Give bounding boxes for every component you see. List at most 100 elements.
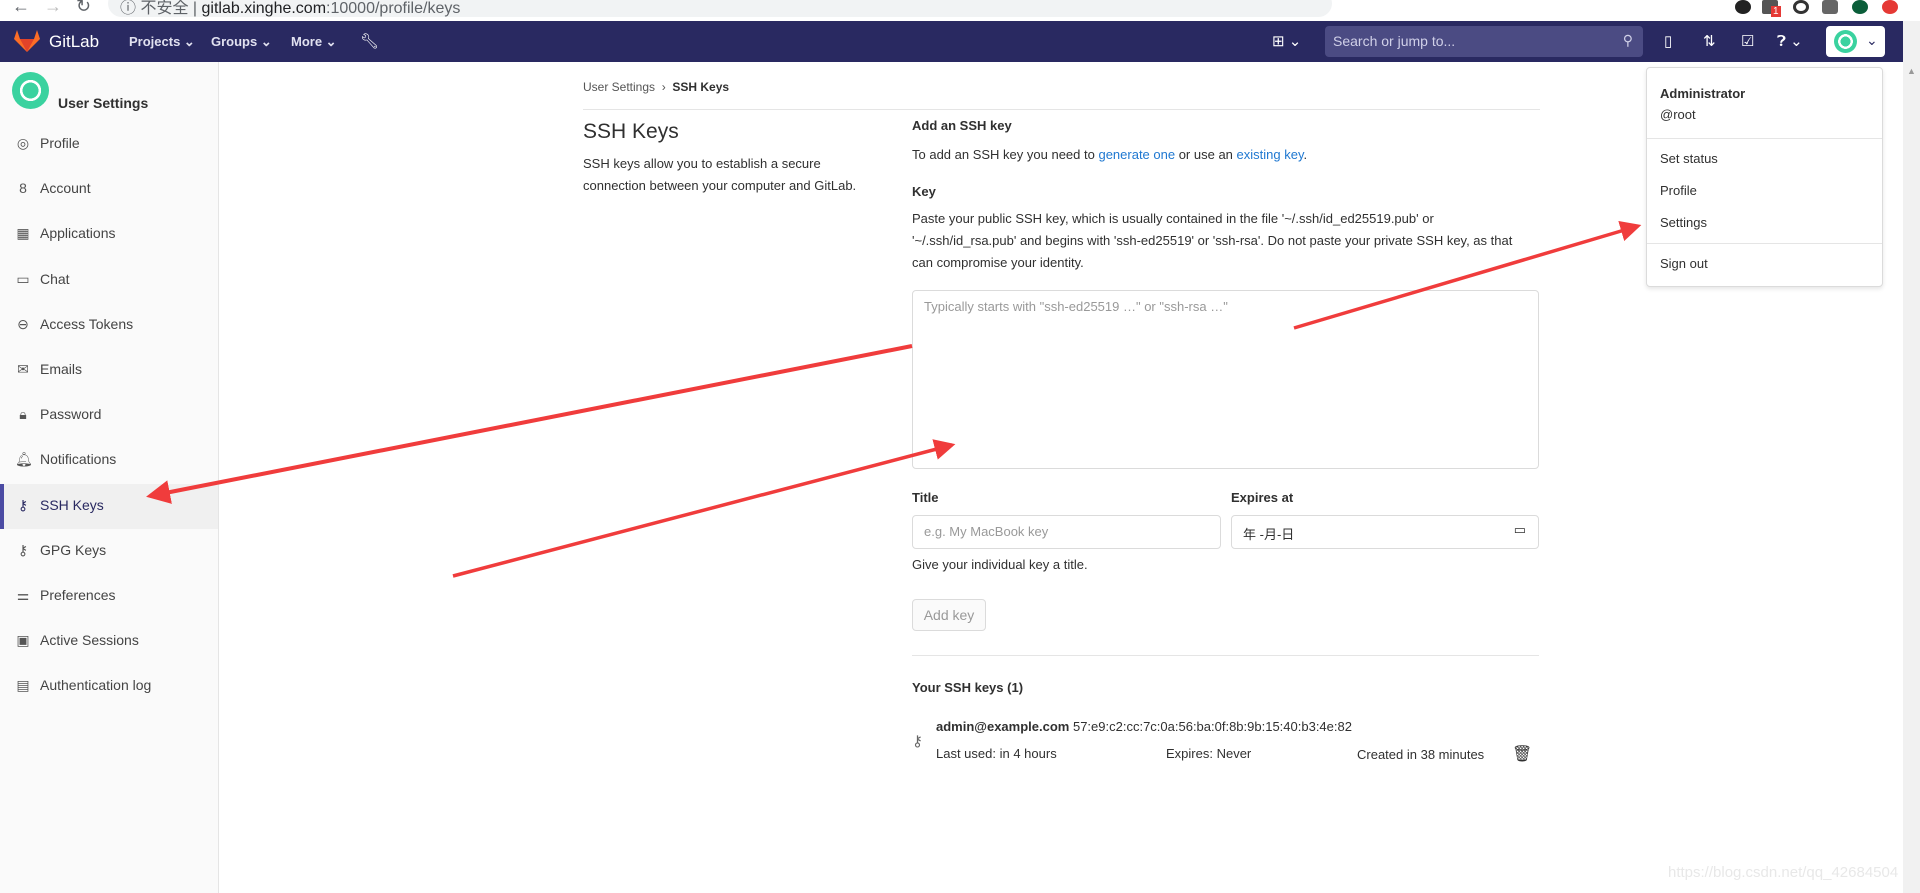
watermark: https://blog.csdn.net/qq_42684504 — [1668, 864, 1899, 881]
add-key-button[interactable]: Add key — [912, 599, 986, 631]
back-icon[interactable]: ← — [12, 0, 30, 17]
menu-item-sign-out[interactable]: Sign out — [1660, 256, 1708, 271]
expires-date-input[interactable]: 年 -月-日 ▭ — [1231, 515, 1539, 549]
puzzle-icon[interactable] — [1822, 0, 1838, 14]
help-text: or use an — [1175, 147, 1237, 162]
sidebar: User Settings ◎ Profile 8 Account ▦ Applicati… — [0, 62, 219, 893]
url-path: :10000/profile/keys — [326, 0, 461, 17]
chat-icon: ▭ — [16, 270, 30, 287]
help-text: . — [1303, 147, 1308, 162]
help-text: To add an SSH key you need to — [912, 147, 1099, 162]
sidebar-item-ssh-keys[interactable]: ⚷ SSH Keys — [0, 483, 218, 529]
issues-icon[interactable]: ▯ — [1664, 32, 1672, 50]
forward-icon[interactable]: → — [44, 0, 62, 17]
nav-groups-label: Groups — [211, 34, 258, 49]
breadcrumb-current: SSH Keys — [672, 80, 730, 94]
form-help: To add an SSH key you need to generate o… — [912, 144, 1307, 166]
extension-icon[interactable] — [1735, 0, 1751, 14]
sidebar-item-notifications[interactable]: 🔔︎ Notifications — [0, 438, 218, 483]
profile-avatar-icon[interactable] — [1852, 0, 1868, 14]
address-bar[interactable]: ⓘ 不安全 | gitlab.xinghe.com:10000/profile/… — [108, 0, 1332, 17]
calendar-icon[interactable]: ▭ — [1514, 522, 1526, 538]
breadcrumb-parent[interactable]: User Settings — [583, 80, 655, 94]
sidebar-item-label: Password — [40, 406, 102, 423]
key-expires: Expires: Never — [1166, 746, 1252, 761]
user-menu-button[interactable]: ⌄ — [1826, 26, 1885, 57]
key-icon: ⚷ — [912, 733, 923, 750]
key-fingerprint: 57:e9:c2:cc:7c:0a:56:ba:0f:8b:9b:15:40:b… — [1072, 719, 1352, 734]
nav-groups[interactable]: Groups ⌄ — [211, 34, 272, 50]
search-input[interactable]: Search or jump to... ⚲ — [1325, 26, 1643, 57]
reload-icon[interactable]: ↻ — [76, 0, 91, 17]
key-placeholder: Typically starts with "ssh-ed25519 …" or… — [924, 299, 1228, 314]
ssh-key-row[interactable]: ⚷ admin@example.com 57:e9:c2:cc:7c:0a:56… — [912, 716, 1539, 766]
account-icon: 8 — [19, 180, 27, 197]
todos-icon[interactable]: ☑ — [1741, 32, 1754, 50]
sidebar-item-account[interactable]: 8 Account — [0, 167, 218, 212]
browser-toolbar: ← → ↻ ⓘ 不安全 | gitlab.xinghe.com:10000/pr… — [0, 0, 1920, 21]
key-help: Paste your public SSH key, which is usua… — [912, 211, 1513, 270]
sidebar-item-label: Chat — [40, 270, 70, 287]
sidebar-item-label: Preferences — [40, 587, 116, 603]
user-username: @root — [1660, 107, 1696, 122]
profile-icon: ◎ — [16, 135, 30, 151]
sidebar-item-label: Notifications — [40, 451, 117, 468]
key-label: Key — [912, 184, 936, 199]
sidebar-item-label: Access Tokens — [40, 315, 134, 332]
sidebar-item-label: GPG Keys — [40, 541, 107, 558]
sidebar-item-gpg-keys[interactable]: ⚷ GPG Keys — [0, 529, 218, 574]
avatar — [1834, 30, 1857, 53]
trash-icon[interactable]: 🗑︎ — [1512, 744, 1532, 764]
nav-projects-label: Projects — [129, 34, 181, 49]
search-icon: ⚲ — [1622, 32, 1633, 48]
nav-projects[interactable]: Projects ⌄ — [129, 34, 195, 50]
new-item-icon[interactable]: ⊞ ⌄ — [1272, 32, 1301, 50]
sidebar-header[interactable]: User Settings — [12, 72, 148, 111]
key-title[interactable]: admin@example.com — [936, 719, 1069, 734]
menu-item-set-status[interactable]: Set status — [1660, 151, 1718, 166]
key-icon: ⚷ — [17, 496, 29, 513]
sidebar-item-label: Applications — [40, 225, 116, 242]
breadcrumb: User Settings › SSH Keys — [583, 80, 730, 94]
key-textarea[interactable]: Typically starts with "ssh-ed25519 …" or… — [912, 290, 1539, 469]
menu-item-settings[interactable]: Settings — [1660, 215, 1707, 230]
form-heading: Add an SSH key — [912, 118, 1012, 133]
user-name: Administrator — [1660, 86, 1746, 101]
log-icon: ▤ — [16, 677, 30, 694]
page-title: SSH Keys — [583, 120, 679, 143]
existing-key-link[interactable]: existing key — [1237, 147, 1304, 162]
sidebar-item-applications[interactable]: ▦ Applications — [0, 212, 218, 257]
sidebar-item-access-tokens[interactable]: ⊖ Access Tokens — [0, 303, 218, 348]
extension-badge: 1 — [1771, 6, 1781, 17]
sidebar-title: User Settings — [58, 95, 149, 111]
sidebar-item-preferences[interactable]: ⚌ Preferences — [0, 574, 218, 619]
gitlab-logo-icon[interactable] — [14, 30, 40, 52]
sidebar-item-chat[interactable]: ▭ Chat — [0, 258, 218, 303]
title-input[interactable]: e.g. My MacBook key — [912, 515, 1221, 549]
sidebar-item-password[interactable]: 🔒︎ Password — [0, 393, 218, 438]
menu-item-profile[interactable]: Profile — [1660, 183, 1697, 198]
brand-name[interactable]: GitLab — [49, 32, 99, 52]
divider — [1647, 138, 1882, 139]
sidebar-item-label: SSH Keys — [40, 496, 104, 513]
title-label: Title — [912, 490, 939, 505]
applications-icon: ▦ — [16, 225, 30, 242]
scroll-up-icon[interactable]: ▲ — [1907, 66, 1916, 76]
scrollbar[interactable]: ▲ — [1903, 21, 1920, 893]
wrench-icon[interactable]: 🔧︎ — [360, 32, 379, 50]
sidebar-item-authentication-log[interactable]: ▤ Authentication log — [0, 664, 218, 709]
nav-more-label: More — [291, 34, 323, 49]
update-icon[interactable] — [1882, 0, 1898, 14]
sidebar-item-emails[interactable]: ✉ Emails — [0, 348, 218, 393]
chevron-down-icon: ⌄ — [1866, 32, 1878, 48]
title-help: Give your individual key a title. — [912, 557, 1088, 572]
merge-requests-icon[interactable]: ⇅ — [1703, 32, 1716, 50]
security-label: 不安全 — [140, 0, 189, 17]
sidebar-item-profile[interactable]: ◎ Profile — [0, 122, 218, 167]
divider — [1647, 243, 1882, 244]
help-icon[interactable]: ❓︎ ⌄ — [1777, 32, 1803, 50]
nav-more[interactable]: More ⌄ — [291, 34, 337, 50]
sidebar-item-active-sessions[interactable]: ▣ Active Sessions — [0, 619, 218, 664]
generate-key-link[interactable]: generate one — [1098, 147, 1175, 162]
extension-icon[interactable] — [1793, 0, 1809, 14]
